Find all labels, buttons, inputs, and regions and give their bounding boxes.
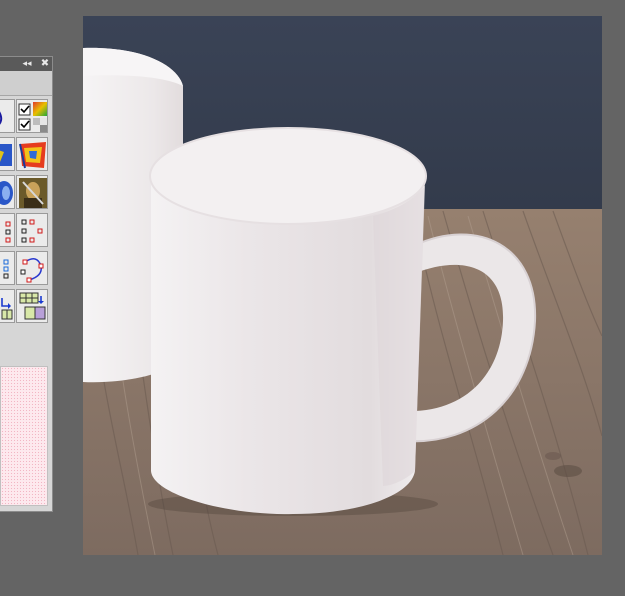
tool-palette: ◂◂ ✖ <box>0 56 53 512</box>
grid-arrow-icon <box>1 298 13 320</box>
point-pattern-icon <box>21 219 43 243</box>
curve-arrow-icon <box>0 111 3 125</box>
path-points-tool[interactable] <box>16 251 48 285</box>
color-swatch-tool[interactable] <box>16 99 48 133</box>
palette-preview-swatch <box>0 366 48 506</box>
palette-titlebar[interactable]: ◂◂ ✖ <box>0 57 52 71</box>
path-points-icon <box>20 258 44 283</box>
heatmap-icon <box>19 142 46 169</box>
portrait-image-tool[interactable] <box>16 175 48 209</box>
close-icon[interactable]: ✖ <box>39 57 51 71</box>
palette-header-strip <box>0 71 52 96</box>
color-gradient-icon <box>18 102 47 132</box>
scatter-points-icon <box>3 259 9 279</box>
canvas-image[interactable] <box>83 16 602 555</box>
scatter-points-tool[interactable] <box>0 251 15 285</box>
draw-curve-tool[interactable] <box>0 99 15 133</box>
collapse-button[interactable]: ◂◂ <box>21 57 33 71</box>
blend-icon <box>0 181 13 205</box>
portrait-icon <box>19 178 47 208</box>
grid-arrow-tool[interactable] <box>0 289 15 323</box>
mug-photo <box>83 16 602 555</box>
heatmap-tool[interactable] <box>16 137 48 171</box>
blend-tool[interactable] <box>0 175 15 209</box>
point-grid-icon <box>5 221 11 243</box>
grid-fill-tool[interactable] <box>16 289 48 323</box>
color-map-icon <box>0 144 12 166</box>
color-map-tool[interactable] <box>0 137 15 171</box>
point-pattern-tool[interactable] <box>16 213 48 247</box>
grid-fill-icon <box>19 292 46 320</box>
point-grid-tool[interactable] <box>0 213 15 247</box>
